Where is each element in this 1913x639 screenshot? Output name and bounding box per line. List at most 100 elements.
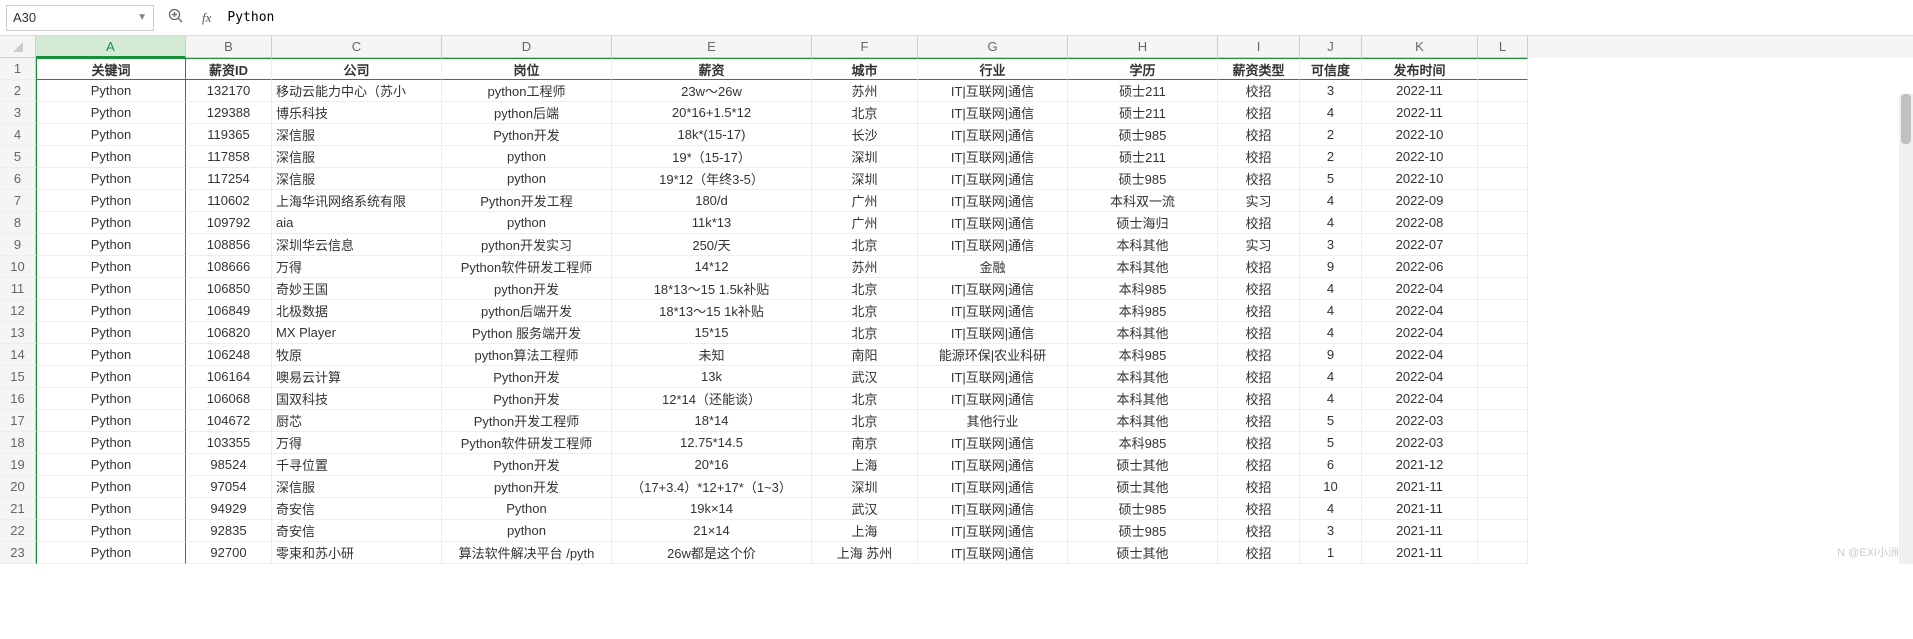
cell[interactable]: 本科其他 [1068, 322, 1218, 344]
cell[interactable]: IT|互联网|通信 [918, 300, 1068, 322]
cell[interactable]: Python 服务端开发 [442, 322, 612, 344]
cell[interactable]: Python [36, 234, 186, 256]
cell[interactable]: IT|互联网|通信 [918, 476, 1068, 498]
cell[interactable]: 23w～26w [612, 80, 812, 102]
cell[interactable]: IT|互联网|通信 [918, 190, 1068, 212]
cell[interactable]: 苏州 [812, 256, 918, 278]
cell[interactable]: 4 [1300, 388, 1362, 410]
cell[interactable]: 硕士985 [1068, 520, 1218, 542]
cell[interactable]: Python [36, 80, 186, 102]
cell[interactable]: 19*12（年终3-5） [612, 168, 812, 190]
cell[interactable]: 106820 [186, 322, 272, 344]
cell[interactable]: 19*（15-17） [612, 146, 812, 168]
cell[interactable]: 1 [1300, 542, 1362, 564]
cell[interactable]: 2022-04 [1362, 388, 1478, 410]
cell[interactable]: 2 [1300, 146, 1362, 168]
cell[interactable]: 119365 [186, 124, 272, 146]
cell[interactable]: 牧原 [272, 344, 442, 366]
cell[interactable]: 2022-11 [1362, 80, 1478, 102]
row-header[interactable]: 15 [0, 366, 36, 388]
cell[interactable]: 2021-11 [1362, 476, 1478, 498]
cell[interactable]: 117858 [186, 146, 272, 168]
cell[interactable]: 2022-04 [1362, 344, 1478, 366]
cell[interactable]: python后端 [442, 102, 612, 124]
cell[interactable]: 4 [1300, 498, 1362, 520]
cell[interactable]: 本科其他 [1068, 388, 1218, 410]
cell[interactable]: 2021-12 [1362, 454, 1478, 476]
cell[interactable] [1478, 146, 1528, 168]
cell[interactable]: 2022-10 [1362, 168, 1478, 190]
cell[interactable]: 校招 [1218, 168, 1300, 190]
row-header[interactable]: 6 [0, 168, 36, 190]
cell[interactable]: 广州 [812, 212, 918, 234]
row-header[interactable]: 9 [0, 234, 36, 256]
cell[interactable]: 18*13～15 1k补贴 [612, 300, 812, 322]
cell[interactable]: 92700 [186, 542, 272, 564]
row-header[interactable]: 11 [0, 278, 36, 300]
cell[interactable]: 94929 [186, 498, 272, 520]
cell[interactable]: 106068 [186, 388, 272, 410]
cell[interactable]: python后端开发 [442, 300, 612, 322]
cell[interactable]: Python [36, 366, 186, 388]
cell[interactable]: 武汉 [812, 498, 918, 520]
header-cell[interactable]: 薪资类型 [1218, 58, 1300, 80]
cell[interactable]: 北京 [812, 102, 918, 124]
cell[interactable]: 2022-09 [1362, 190, 1478, 212]
cell[interactable]: 18k*(15-17) [612, 124, 812, 146]
cell[interactable]: 2022-03 [1362, 432, 1478, 454]
vertical-scrollbar[interactable] [1899, 94, 1913, 564]
cell[interactable]: 12.75*14.5 [612, 432, 812, 454]
cell[interactable]: 算法软件解决平台 /pyth [442, 542, 612, 564]
col-header-g[interactable]: G [918, 36, 1068, 58]
cell[interactable]: 106849 [186, 300, 272, 322]
cell[interactable]: IT|互联网|通信 [918, 322, 1068, 344]
cell[interactable]: 2022-11 [1362, 102, 1478, 124]
row-header[interactable]: 5 [0, 146, 36, 168]
cell[interactable]: 106164 [186, 366, 272, 388]
cell[interactable]: 2022-04 [1362, 322, 1478, 344]
cell[interactable]: IT|互联网|通信 [918, 520, 1068, 542]
header-cell[interactable]: 可信度 [1300, 58, 1362, 80]
row-header[interactable]: 2 [0, 80, 36, 102]
cell[interactable]: 2022-06 [1362, 256, 1478, 278]
header-cell[interactable]: 关键词 [36, 58, 186, 80]
cell[interactable]: Python [36, 124, 186, 146]
row-header[interactable]: 23 [0, 542, 36, 564]
cell[interactable]: 本科其他 [1068, 410, 1218, 432]
cell[interactable]: 250/天 [612, 234, 812, 256]
cell[interactable]: 校招 [1218, 432, 1300, 454]
cell[interactable]: python开发 [442, 278, 612, 300]
cell[interactable]: 18*13～15 1.5k补贴 [612, 278, 812, 300]
cell[interactable]: 98524 [186, 454, 272, 476]
cell[interactable]: python [442, 520, 612, 542]
cell[interactable]: 5 [1300, 432, 1362, 454]
cell[interactable]: 硕士海归 [1068, 212, 1218, 234]
cell[interactable]: 校招 [1218, 300, 1300, 322]
formula-input[interactable] [223, 10, 1907, 25]
cell[interactable]: 13k [612, 366, 812, 388]
cell[interactable]: 噢易云计算 [272, 366, 442, 388]
cell[interactable] [1478, 498, 1528, 520]
cell[interactable]: 2021-11 [1362, 520, 1478, 542]
cell[interactable]: 180/d [612, 190, 812, 212]
cell[interactable]: 奇安信 [272, 498, 442, 520]
cell[interactable]: 硕士985 [1068, 168, 1218, 190]
cell[interactable]: 4 [1300, 212, 1362, 234]
cell[interactable]: 硕士985 [1068, 498, 1218, 520]
cell[interactable]: 厨芯 [272, 410, 442, 432]
cell[interactable]: 5 [1300, 410, 1362, 432]
header-cell[interactable]: 行业 [918, 58, 1068, 80]
cell[interactable]: 校招 [1218, 542, 1300, 564]
cell[interactable]: 11k*13 [612, 212, 812, 234]
cell[interactable] [1478, 476, 1528, 498]
cell[interactable]: 广州 [812, 190, 918, 212]
cell[interactable]: IT|互联网|通信 [918, 366, 1068, 388]
cell[interactable]: 奇妙王国 [272, 278, 442, 300]
cell[interactable]: 校招 [1218, 476, 1300, 498]
cell[interactable]: 4 [1300, 190, 1362, 212]
cell[interactable]: 109792 [186, 212, 272, 234]
header-cell[interactable]: 发布时间 [1362, 58, 1478, 80]
cell[interactable]: IT|互联网|通信 [918, 542, 1068, 564]
cell[interactable]: 106850 [186, 278, 272, 300]
cell[interactable]: 4 [1300, 278, 1362, 300]
